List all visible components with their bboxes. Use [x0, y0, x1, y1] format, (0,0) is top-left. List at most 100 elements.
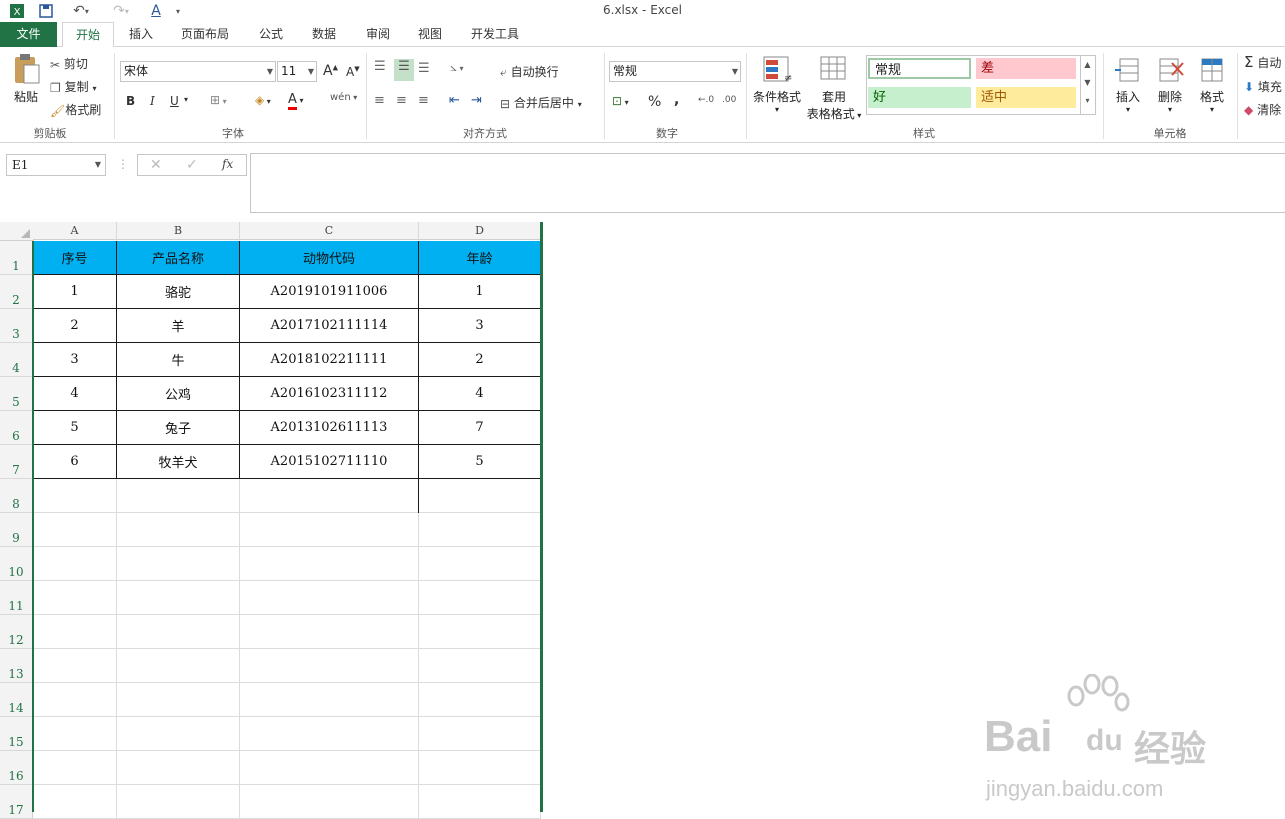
row-header[interactable]: 12: [0, 615, 33, 649]
style-neutral[interactable]: 适中: [976, 87, 1076, 108]
table-cell[interactable]: 5: [33, 411, 117, 445]
format-as-table-button[interactable]: 套用 表格格式 ▾: [805, 55, 863, 122]
table-cell[interactable]: 6: [33, 445, 117, 479]
empty-cell[interactable]: [117, 479, 240, 513]
empty-cell[interactable]: [419, 751, 541, 785]
number-format-select[interactable]: 常规 ▼: [609, 61, 741, 82]
table-cell[interactable]: 7: [419, 411, 541, 445]
empty-cell[interactable]: [240, 751, 419, 785]
tab-view[interactable]: 视图: [408, 22, 452, 47]
table-cell[interactable]: 2: [419, 343, 541, 377]
style-bad[interactable]: 差: [976, 58, 1076, 79]
cancel-icon[interactable]: ✕: [150, 157, 162, 173]
table-cell[interactable]: 羊: [117, 309, 240, 343]
tab-file[interactable]: 文件: [0, 22, 57, 47]
align-left-icon[interactable]: ≡: [374, 93, 385, 108]
table-cell[interactable]: 4: [419, 377, 541, 411]
table-cell[interactable]: A2013102611113: [240, 411, 419, 445]
empty-cell[interactable]: [419, 479, 541, 513]
font-color-button[interactable]: A ▾: [288, 92, 303, 110]
empty-cell[interactable]: [240, 683, 419, 717]
empty-cell[interactable]: [419, 649, 541, 683]
comma-button[interactable]: ,: [674, 92, 679, 108]
table-header-cell[interactable]: 动物代码: [240, 241, 419, 275]
row-header[interactable]: 4: [0, 343, 33, 377]
empty-cell[interactable]: [117, 615, 240, 649]
empty-cell[interactable]: [33, 785, 117, 819]
tab-home[interactable]: 开始: [62, 22, 114, 48]
empty-cell[interactable]: [33, 479, 117, 513]
name-box[interactable]: E1 ▼: [6, 154, 106, 176]
paste-button[interactable]: 粘贴: [8, 53, 44, 113]
empty-cell[interactable]: [33, 581, 117, 615]
table-cell[interactable]: 牛: [117, 343, 240, 377]
italic-button[interactable]: I: [150, 94, 155, 108]
phonetic-icon[interactable]: wén ▾: [330, 92, 357, 103]
table-cell[interactable]: A2019101911006: [240, 275, 419, 309]
table-cell[interactable]: 公鸡: [117, 377, 240, 411]
underline-button[interactable]: U: [170, 94, 179, 108]
row-header[interactable]: 7: [0, 445, 33, 479]
tab-data[interactable]: 数据: [302, 22, 346, 47]
empty-cell[interactable]: [33, 513, 117, 547]
empty-cell[interactable]: [117, 513, 240, 547]
empty-cell[interactable]: [33, 649, 117, 683]
table-cell[interactable]: 3: [419, 309, 541, 343]
empty-cell[interactable]: [240, 649, 419, 683]
select-all-corner[interactable]: [0, 222, 34, 241]
decrease-indent-icon[interactable]: ⇤: [449, 93, 460, 108]
tab-formulas[interactable]: 公式: [248, 22, 294, 47]
table-cell[interactable]: 2: [33, 309, 117, 343]
table-cell[interactable]: 1: [33, 275, 117, 309]
empty-cell[interactable]: [117, 751, 240, 785]
align-bottom-icon[interactable]: ☰: [418, 61, 430, 76]
empty-cell[interactable]: [240, 513, 419, 547]
grow-font-button[interactable]: A▲: [323, 63, 338, 79]
increase-decimal-icon[interactable]: ←.0: [698, 95, 714, 105]
row-header[interactable]: 9: [0, 513, 33, 547]
enter-icon[interactable]: ✓: [186, 157, 198, 173]
empty-cell[interactable]: [117, 649, 240, 683]
tab-review[interactable]: 审阅: [356, 22, 400, 47]
fill-button[interactable]: ⬇ 填充: [1244, 78, 1282, 95]
empty-cell[interactable]: [240, 547, 419, 581]
font-name-select[interactable]: 宋体 ▼: [120, 61, 276, 82]
empty-cell[interactable]: [240, 717, 419, 751]
row-header[interactable]: 8: [0, 479, 33, 513]
accounting-icon[interactable]: ⊡ ▾: [612, 94, 629, 108]
percent-button[interactable]: %: [648, 94, 661, 110]
empty-cell[interactable]: [33, 717, 117, 751]
empty-cell[interactable]: [419, 581, 541, 615]
table-cell[interactable]: 牧羊犬: [117, 445, 240, 479]
empty-cell[interactable]: [117, 785, 240, 819]
worksheet-grid[interactable]: A B C D 1 2 3 4 5 6 7 8 9 10 11 12 13 14 15 16 17 序号 产品名称…: [0, 222, 1285, 819]
formula-input[interactable]: [250, 153, 1285, 213]
row-header[interactable]: 17: [0, 785, 33, 819]
column-header-b[interactable]: B: [117, 222, 240, 240]
table-header-cell[interactable]: 产品名称: [117, 241, 240, 275]
empty-cell[interactable]: [117, 547, 240, 581]
row-header[interactable]: 1: [0, 241, 33, 275]
decrease-decimal-icon[interactable]: .00: [722, 95, 736, 105]
style-normal[interactable]: 常规: [868, 58, 971, 79]
empty-cell[interactable]: [117, 683, 240, 717]
row-header[interactable]: 10: [0, 547, 33, 581]
empty-cell[interactable]: [33, 547, 117, 581]
empty-cell[interactable]: [33, 615, 117, 649]
empty-cell[interactable]: [419, 547, 541, 581]
cut-button[interactable]: ✂ 剪切: [50, 55, 88, 72]
tab-developer[interactable]: 开发工具: [462, 22, 528, 47]
styles-scroll[interactable]: ▲ ▼ ▾: [1080, 56, 1094, 114]
borders-icon[interactable]: ⊞ ▾: [210, 93, 227, 107]
row-header[interactable]: 14: [0, 683, 33, 717]
insert-function-icon[interactable]: fx: [222, 157, 233, 171]
empty-cell[interactable]: [33, 751, 117, 785]
font-size-select[interactable]: 11 ▼: [277, 61, 317, 82]
empty-cell[interactable]: [240, 785, 419, 819]
empty-cell[interactable]: [419, 513, 541, 547]
column-header-a[interactable]: A: [33, 222, 117, 240]
row-header[interactable]: 15: [0, 717, 33, 751]
table-cell[interactable]: 5: [419, 445, 541, 479]
empty-cell[interactable]: [419, 717, 541, 751]
copy-button[interactable]: ❐ 复制 ▾: [50, 78, 96, 95]
